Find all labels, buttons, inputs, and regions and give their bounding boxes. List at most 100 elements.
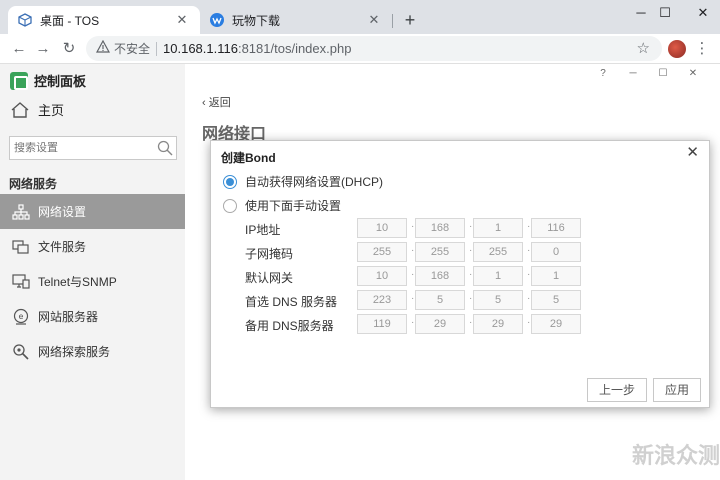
sidebar-item-home[interactable]: 主页 [10, 100, 64, 119]
tab-wanwu-download[interactable]: 玩物下载 ✕ [200, 6, 392, 34]
octet-field[interactable]: 29 [473, 314, 523, 334]
bookmark-star-icon[interactable]: ☆ [637, 39, 650, 57]
tos-cube-icon [18, 13, 32, 27]
sidebar-item-web-server[interactable]: e 网站服务器 [0, 299, 185, 334]
help-icon[interactable]: ? [588, 68, 618, 79]
minimize-icon[interactable]: ─ [618, 68, 648, 79]
octet-field[interactable]: 0 [531, 242, 581, 262]
close-icon[interactable]: ✕ [678, 68, 708, 79]
wanwu-logo-icon [210, 13, 224, 27]
octet-field[interactable]: 5 [415, 290, 465, 310]
octet-dot: · [527, 293, 531, 304]
section-title-network-services: 网络服务 [9, 177, 58, 191]
radio-dhcp[interactable]: 自动获得网络设置(DHCP) [223, 173, 383, 190]
back-arrow-icon[interactable]: ← [8, 38, 30, 60]
sidebar: 控制面板 主页 网络服务 网络设置 文件服务 Telnet与S [0, 64, 185, 480]
close-icon[interactable]: ✕ [686, 143, 699, 161]
tab-title: 玩物下载 [232, 13, 281, 28]
field-label: 子网掩码 [245, 247, 294, 261]
chevron-left-icon: ‹ [202, 97, 209, 109]
previous-step-button[interactable]: 上一步 [587, 378, 647, 402]
maximize-icon[interactable]: ☐ [648, 68, 678, 79]
octet-field[interactable]: 116 [531, 218, 581, 238]
new-tab-button[interactable]: + [398, 8, 422, 32]
forward-arrow-icon[interactable]: → [32, 38, 54, 60]
tab-title: 桌面 - TOS [40, 13, 100, 28]
octet-field[interactable]: 255 [415, 242, 465, 262]
octet-field[interactable]: 1 [531, 266, 581, 286]
octet-dot: · [469, 221, 473, 232]
panel-window-controls: ? ─ ☐ ✕ [588, 68, 708, 79]
search-icon[interactable] [157, 140, 173, 156]
browser-menu-icon[interactable]: ⋮ [694, 38, 710, 60]
control-panel-logo-icon [10, 71, 28, 90]
sidebar-item-file-services[interactable]: 文件服务 [0, 229, 185, 264]
octet-field[interactable]: 223 [357, 290, 407, 310]
settings-search-box[interactable] [9, 136, 177, 160]
security-status: 不安全 [114, 42, 151, 56]
create-bond-dialog: 创建Bond ✕ 自动获得网络设置(DHCP) 使用下面手动设置 IP地址 10… [210, 140, 710, 408]
close-tab-icon[interactable]: ✕ [174, 12, 190, 28]
browser-tab-strip: 桌面 - TOS ✕ 玩物下载 ✕ + ─ ☐ ✕ [0, 0, 720, 34]
default-gateway-row: 默认网关 10 · 168 · 1 · 1 [245, 266, 605, 286]
octet-dot: · [469, 293, 473, 304]
octet-field[interactable]: 5 [473, 290, 523, 310]
close-window-button[interactable]: ✕ [680, 0, 720, 28]
octet-dot: · [527, 221, 531, 232]
octet-dot: · [469, 269, 473, 280]
octet-dot: · [469, 245, 473, 256]
address-divider [156, 41, 158, 56]
octet-field[interactable]: 5 [531, 290, 581, 310]
octet-dot: · [527, 245, 531, 256]
radio-button-checked[interactable] [223, 174, 237, 189]
close-tab-icon[interactable]: ✕ [366, 12, 382, 28]
monitor-icon [12, 273, 30, 291]
octet-field[interactable]: 10 [357, 218, 407, 238]
primary-dns-row: 首选 DNS 服务器 223 · 5 · 5 · 5 [245, 290, 605, 310]
octet-dot: · [527, 269, 531, 280]
octet-dot: · [527, 317, 531, 328]
sidebar-item-network-discovery[interactable]: 网络探索服务 [0, 334, 185, 369]
octet-dot: · [411, 317, 415, 328]
radio-manual[interactable]: 使用下面手动设置 [223, 197, 341, 214]
octet-field[interactable]: 29 [415, 314, 465, 334]
watermark: 新浪众测 [632, 443, 720, 468]
sidebar-item-label: 网络设置 [38, 205, 87, 219]
search-input[interactable] [14, 142, 154, 154]
octet-field[interactable]: 255 [357, 242, 407, 262]
home-icon [11, 101, 29, 118]
octet-field[interactable]: 168 [415, 266, 465, 286]
octet-field[interactable]: 255 [473, 242, 523, 262]
tab-tos-desktop[interactable]: 桌面 - TOS ✕ [8, 6, 200, 34]
file-service-icon [12, 238, 30, 256]
home-label: 主页 [38, 103, 65, 118]
sidebar-item-telnet-snmp[interactable]: Telnet与SNMP [0, 264, 185, 299]
radio-label: 使用下面手动设置 [245, 199, 342, 213]
octet-field[interactable]: 168 [415, 218, 465, 238]
url-path: :8181/tos/index.php [237, 41, 352, 56]
tab-divider [392, 14, 393, 28]
profile-avatar[interactable] [668, 40, 686, 58]
octet-dot: · [411, 293, 415, 304]
radio-label: 自动获得网络设置(DHCP) [245, 175, 383, 189]
ip-address-row: IP地址 10 · 168 · 1 · 116 [245, 218, 605, 238]
octet-field[interactable]: 29 [531, 314, 581, 334]
svg-text:e: e [19, 312, 24, 321]
octet-field[interactable]: 1 [473, 218, 523, 238]
reload-icon[interactable]: ↻ [58, 38, 80, 60]
radio-button[interactable] [223, 198, 237, 213]
octet-field[interactable]: 1 [473, 266, 523, 286]
apply-button[interactable]: 应用 [653, 378, 701, 402]
sidebar-item-label: 文件服务 [38, 240, 87, 254]
sidebar-item-label: 网络探索服务 [38, 345, 111, 359]
back-link[interactable]: ‹ 返回 [202, 94, 231, 110]
octet-field[interactable]: 10 [357, 266, 407, 286]
field-label: 备用 DNS服务器 [245, 319, 334, 333]
octet-field[interactable]: 119 [357, 314, 407, 334]
sidebar-item-label: Telnet与SNMP [38, 275, 117, 289]
address-bar[interactable]: 不安全 10.168.1.116:8181/tos/index.php ☆ [86, 36, 662, 61]
field-label: IP地址 [245, 223, 281, 237]
sidebar-item-network-settings[interactable]: 网络设置 [0, 194, 185, 229]
network-icon [12, 203, 30, 221]
browser-toolbar: ← → ↻ 不安全 10.168.1.116:8181/tos/index.ph… [0, 34, 720, 64]
